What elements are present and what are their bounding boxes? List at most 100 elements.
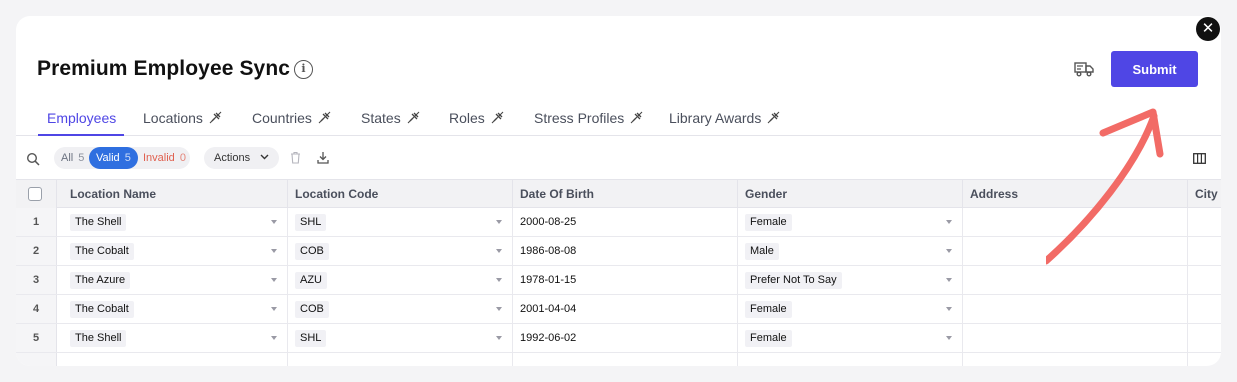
table-row[interactable]: 3 The Azure AZU 1978-01-15 Prefer Not To… xyxy=(16,266,1221,295)
table-row[interactable]: 4 The Cobalt COB 2001-04-04 Female xyxy=(16,295,1221,324)
filter-count: 5 xyxy=(78,152,85,164)
location-name-cell[interactable]: The Shell xyxy=(63,208,288,236)
row-number: 5 xyxy=(16,324,57,352)
dob-cell[interactable]: 1986-08-08 xyxy=(513,237,738,265)
annotation-arrow-icon xyxy=(1046,108,1164,265)
gender-value: Female xyxy=(745,214,792,231)
grid-header: Location Name Location Code Date Of Birt… xyxy=(16,179,1221,208)
gender-cell[interactable]: Female xyxy=(738,208,963,236)
grid-toolbar: All 5 Valid 5 Invalid 0 Actions xyxy=(16,144,1221,174)
row-number: 1 xyxy=(16,208,57,236)
location-code-value: COB xyxy=(295,301,329,318)
column-header-date-of-birth[interactable]: Date Of Birth xyxy=(513,180,738,208)
filter-label: All xyxy=(61,152,74,164)
address-cell[interactable] xyxy=(963,295,1188,323)
address-cell[interactable] xyxy=(963,324,1188,352)
dob-cell[interactable]: 1992-06-02 xyxy=(513,324,738,352)
actions-label: Actions xyxy=(214,152,251,164)
location-name-value: The Cobalt xyxy=(70,243,134,260)
table-row[interactable]: 5 The Shell SHL 1992-06-02 Female xyxy=(16,324,1221,353)
tab-roles[interactable]: Roles xyxy=(449,110,504,126)
gender-cell[interactable]: Prefer Not To Say xyxy=(738,266,963,294)
data-grid: Location Name Location Code Date Of Birt… xyxy=(16,179,1221,366)
city-cell[interactable] xyxy=(1188,208,1221,236)
columns-icon[interactable] xyxy=(1193,153,1206,164)
dropdown-caret-icon xyxy=(496,307,502,311)
filter-valid[interactable]: Valid 5 xyxy=(89,147,138,169)
location-code-cell[interactable]: COB xyxy=(288,237,513,265)
gender-value: Male xyxy=(745,243,779,260)
location-name-value: The Azure xyxy=(70,272,131,289)
dropdown-caret-icon xyxy=(271,249,277,253)
city-cell[interactable] xyxy=(1188,266,1221,294)
row-number: 4 xyxy=(16,295,57,323)
pin-off-icon xyxy=(491,111,504,124)
filter-invalid[interactable]: Invalid 0 xyxy=(136,147,193,169)
trash-icon[interactable] xyxy=(290,151,301,164)
location-code-value: SHL xyxy=(295,214,327,231)
dob-cell[interactable]: 2000-08-25 xyxy=(513,208,738,236)
tab-label: Locations xyxy=(143,110,203,126)
dob-value: 1978-01-15 xyxy=(520,274,577,286)
city-cell[interactable] xyxy=(1188,324,1221,352)
dropdown-caret-icon xyxy=(271,336,277,340)
tab-states[interactable]: States xyxy=(361,110,420,126)
table-row[interactable]: 1 The Shell SHL 2000-08-25 Female xyxy=(16,208,1221,237)
location-name-cell[interactable]: The Shell xyxy=(63,324,288,352)
location-code-value: SHL xyxy=(295,330,327,347)
location-code-cell[interactable]: AZU xyxy=(288,266,513,294)
table-row[interactable]: 2 The Cobalt COB 1986-08-08 Male xyxy=(16,237,1221,266)
tab-bar: Employees Locations Countries States Rol… xyxy=(16,104,1221,136)
location-code-value: AZU xyxy=(295,272,327,289)
filter-all[interactable]: All 5 xyxy=(54,147,91,169)
column-header-city[interactable]: City xyxy=(1188,180,1221,208)
dob-cell[interactable]: 2001-04-04 xyxy=(513,295,738,323)
tab-label: States xyxy=(361,110,401,126)
page-title: Premium Employee Sync xyxy=(37,57,291,80)
select-all-checkbox[interactable] xyxy=(28,187,42,201)
submit-button[interactable]: Submit xyxy=(1111,51,1198,87)
dob-cell[interactable]: 1978-01-15 xyxy=(513,266,738,294)
info-icon[interactable]: i xyxy=(294,60,313,79)
search-icon[interactable] xyxy=(26,152,40,166)
empty-cell xyxy=(288,353,513,366)
filter-label: Invalid xyxy=(143,152,175,164)
location-name-cell[interactable]: The Cobalt xyxy=(63,237,288,265)
location-name-cell[interactable]: The Azure xyxy=(63,266,288,294)
filter-count: 5 xyxy=(124,152,131,164)
close-button[interactable]: ✕ xyxy=(1196,17,1220,41)
gender-cell[interactable]: Female xyxy=(738,324,963,352)
location-code-cell[interactable]: COB xyxy=(288,295,513,323)
tab-countries[interactable]: Countries xyxy=(252,110,331,126)
gender-cell[interactable]: Female xyxy=(738,295,963,323)
column-header-location-name[interactable]: Location Name xyxy=(63,180,288,208)
table-row-empty xyxy=(16,353,1221,366)
dob-value: 1986-08-08 xyxy=(520,245,577,257)
column-header-gender[interactable]: Gender xyxy=(738,180,963,208)
gender-value: Prefer Not To Say xyxy=(745,272,842,289)
tab-library-awards[interactable]: Library Awards xyxy=(669,110,780,126)
tab-employees[interactable]: Employees xyxy=(47,110,116,126)
location-code-cell[interactable]: SHL xyxy=(288,208,513,236)
location-code-cell[interactable]: SHL xyxy=(288,324,513,352)
location-name-cell[interactable]: The Cobalt xyxy=(63,295,288,323)
chevron-down-icon xyxy=(260,154,269,160)
pin-off-icon xyxy=(209,111,222,124)
dropdown-caret-icon xyxy=(946,336,952,340)
actions-dropdown[interactable]: Actions xyxy=(204,147,279,169)
column-header-location-code[interactable]: Location Code xyxy=(288,180,513,208)
tab-locations[interactable]: Locations xyxy=(143,110,222,126)
pin-off-icon xyxy=(407,111,420,124)
download-icon[interactable] xyxy=(317,151,329,164)
dropdown-caret-icon xyxy=(271,307,277,311)
row-filter-group: All 5 Valid 5 Invalid 0 xyxy=(54,147,190,169)
row-number xyxy=(16,353,57,366)
city-cell[interactable] xyxy=(1188,295,1221,323)
tab-stress-profiles[interactable]: Stress Profiles xyxy=(534,110,643,126)
tab-label: Library Awards xyxy=(669,110,762,126)
truck-icon[interactable] xyxy=(1074,61,1094,77)
gender-cell[interactable]: Male xyxy=(738,237,963,265)
gender-value: Female xyxy=(745,301,792,318)
dropdown-caret-icon xyxy=(496,249,502,253)
city-cell[interactable] xyxy=(1188,237,1221,265)
